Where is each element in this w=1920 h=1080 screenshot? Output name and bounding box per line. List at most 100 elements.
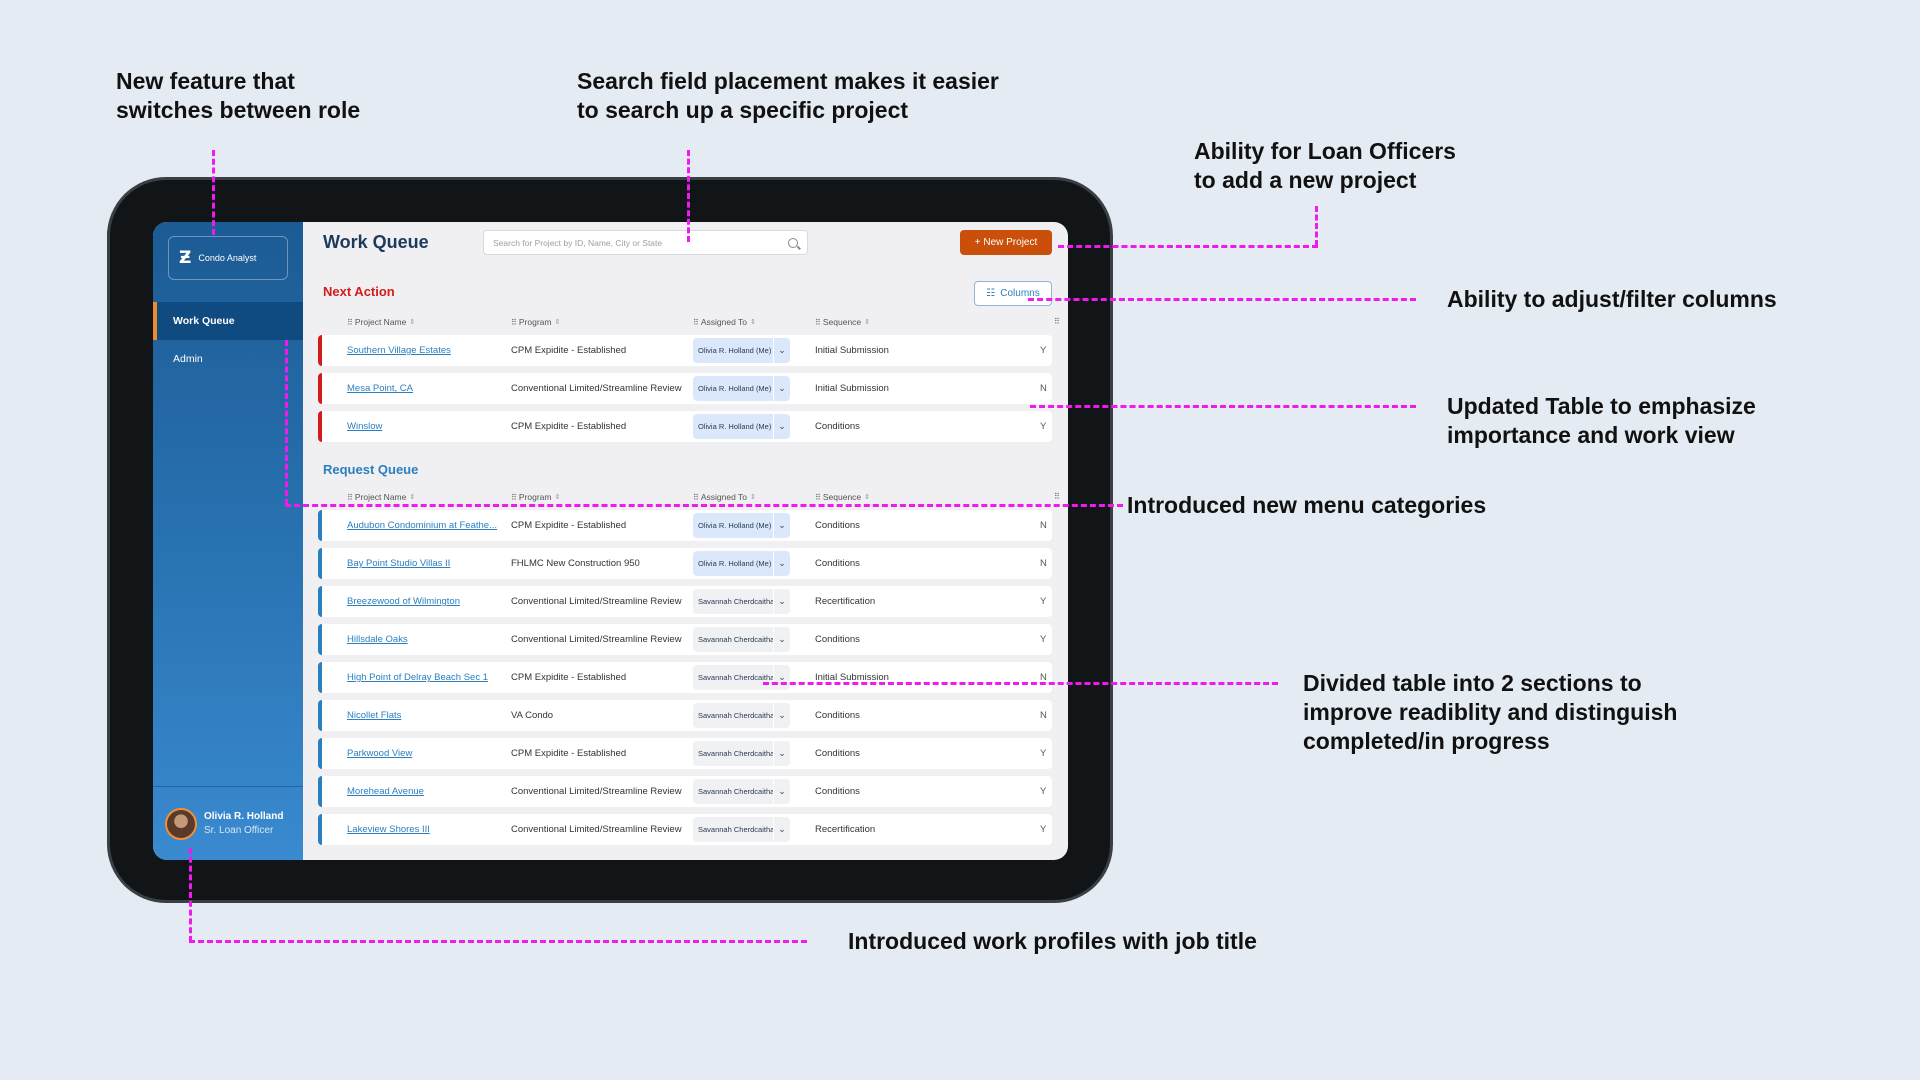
drag-handle-icon[interactable]: ⠿	[693, 318, 699, 327]
chevron-down-icon[interactable]: ⌄	[773, 414, 790, 439]
assignee-value: Savannah Cherdcaitha...	[693, 627, 781, 652]
table-row: Mesa Point, CA Conventional Limited/Strea…	[318, 373, 1052, 404]
assigned-to-select[interactable]: Savannah Cherdcaitha... ⌄	[693, 738, 790, 769]
assigned-to-select[interactable]: Olivia R. Holland (Me) ⌄	[693, 411, 790, 442]
program-cell: FHLMC New Construction 950	[511, 558, 640, 569]
chevron-down-icon[interactable]: ⌄	[773, 338, 790, 363]
drag-handle-icon[interactable]: ⠿	[693, 493, 699, 502]
table-row: Hillsdale Oaks Conventional Limited/Strea…	[318, 624, 1052, 655]
chevron-down-icon[interactable]: ⌄	[773, 741, 790, 766]
truncated-cell: Y	[1040, 824, 1047, 835]
chevron-down-icon[interactable]: ⌄	[773, 665, 790, 690]
role-switcher[interactable]: Ƶ Condo Analyst	[168, 236, 288, 280]
sort-icon[interactable]: ⇕	[554, 493, 560, 501]
assigned-to-select[interactable]: Olivia R. Holland (Me) ⌄	[693, 373, 790, 404]
assigned-to-select[interactable]: Savannah Cherdcaitha... ⌄	[693, 586, 790, 617]
column-header[interactable]: ⠿ Assigned To ⇕	[693, 492, 756, 502]
annotation-line	[687, 150, 690, 242]
sequence-cell: Conditions	[815, 748, 860, 759]
column-header[interactable]: ⠿ Project Name ⇕	[347, 492, 415, 502]
app-screen: Ƶ Condo Analyst Work Queue Admin Olivia …	[153, 222, 1068, 860]
search-icon[interactable]	[788, 237, 798, 248]
sort-icon[interactable]: ⇕	[750, 493, 756, 501]
assigned-to-select[interactable]: Olivia R. Holland (Me) ⌄	[693, 548, 790, 579]
assigned-to-select[interactable]: Savannah Cherdcaitha... ⌄	[693, 700, 790, 731]
project-name-link[interactable]: Winslow	[347, 411, 512, 442]
priority-indicator	[318, 662, 322, 693]
drag-handle-icon[interactable]: ⠿	[815, 493, 821, 502]
columns-button[interactable]: ☷ Columns	[974, 281, 1052, 306]
project-name-link[interactable]: Southern Village Estates	[347, 335, 512, 366]
assigned-to-select[interactable]: Olivia R. Holland (Me) ⌄	[693, 510, 790, 541]
annotation-line	[285, 504, 1123, 507]
project-name-link[interactable]: Nicollet Flats	[347, 700, 512, 731]
project-name-link[interactable]: Bay Point Studio Villas II	[347, 548, 512, 579]
assigned-to-select[interactable]: Savannah Cherdcaitha... ⌄	[693, 624, 790, 655]
table-row: Bay Point Studio Villas II FHLMC New Cons…	[318, 548, 1052, 579]
project-name-link[interactable]: Parkwood View	[347, 738, 512, 769]
new-project-button[interactable]: + New Project	[960, 230, 1052, 255]
chevron-down-icon[interactable]: ⌄	[773, 551, 790, 576]
drag-handle-icon[interactable]: ⠿	[1054, 492, 1060, 501]
project-name-link[interactable]: Hillsdale Oaks	[347, 624, 512, 655]
drag-handle-icon[interactable]: ⠿	[511, 493, 517, 502]
truncated-cell: Y	[1040, 634, 1047, 645]
user-profile[interactable]: Olivia R. Holland Sr. Loan Officer	[153, 786, 303, 860]
chevron-down-icon[interactable]: ⌄	[773, 817, 790, 842]
annotation-line	[1030, 405, 1416, 408]
sort-icon[interactable]: ⇕	[750, 318, 756, 326]
sequence-cell: Conditions	[815, 558, 860, 569]
chevron-down-icon[interactable]: ⌄	[773, 779, 790, 804]
assigned-to-select[interactable]: Savannah Cherdcaitha... ⌄	[693, 814, 790, 845]
drag-handle-icon[interactable]: ⠿	[347, 493, 353, 502]
assignee-value: Olivia R. Holland (Me)	[693, 414, 773, 439]
truncated-cell: N	[1040, 383, 1047, 394]
chevron-down-icon[interactable]: ⌄	[773, 589, 790, 614]
assigned-to-select[interactable]: Olivia R. Holland (Me) ⌄	[693, 335, 790, 366]
project-name-link[interactable]: Breezewood of Wilmington	[347, 586, 512, 617]
project-name-link[interactable]: High Point of Delray Beach Sec 1	[347, 662, 512, 693]
chevron-down-icon[interactable]: ⌄	[773, 627, 790, 652]
sidebar-item-work-queue[interactable]: Work Queue	[153, 302, 303, 340]
project-name-link[interactable]: Mesa Point, CA	[347, 373, 512, 404]
column-header[interactable]: ⠿ Sequence ⇕	[815, 492, 870, 502]
sort-icon[interactable]: ⇕	[554, 318, 560, 326]
assigned-to-select[interactable]: Savannah Cherdcaitha... ⌄	[693, 776, 790, 807]
priority-indicator	[318, 548, 322, 579]
assigned-to-select[interactable]: Savannah Cherdcaitha... ⌄	[693, 662, 790, 693]
sort-icon[interactable]: ⇕	[864, 318, 870, 326]
request-queue-table: Audubon Condominium at Feathe... CPM Expi…	[318, 510, 1052, 852]
sort-icon[interactable]: ⇕	[409, 318, 415, 326]
column-header-label: Sequence	[822, 492, 862, 502]
column-header[interactable]: ⠿	[1054, 492, 1060, 501]
drag-handle-icon[interactable]: ⠿	[815, 318, 821, 327]
chevron-down-icon[interactable]: ⌄	[773, 703, 790, 728]
drag-handle-icon[interactable]: ⠿	[1054, 317, 1060, 326]
table-header-next-action: ⠿ Project Name ⇕ ⠿ Program ⇕ ⠿ Assigned To ⇕ ⠿ Seq…	[318, 317, 1060, 331]
sort-icon[interactable]: ⇕	[409, 493, 415, 501]
sidebar-item-admin[interactable]: Admin	[153, 340, 303, 378]
chevron-down-icon[interactable]: ⌄	[773, 513, 790, 538]
column-header-label: Program	[518, 317, 552, 327]
priority-indicator	[318, 738, 322, 769]
sort-icon[interactable]: ⇕	[864, 493, 870, 501]
column-header[interactable]: ⠿ Program ⇕	[511, 492, 560, 502]
column-header[interactable]: ⠿ Program ⇕	[511, 317, 560, 327]
project-name-link[interactable]: Audubon Condominium at Feathe...	[347, 510, 512, 541]
assignee-value: Savannah Cherdcaitha...	[693, 817, 781, 842]
project-name-link[interactable]: Lakeview Shores III	[347, 814, 512, 845]
drag-handle-icon[interactable]: ⠿	[347, 318, 353, 327]
project-name-link[interactable]: Morehead Avenue	[347, 776, 512, 807]
drag-handle-icon[interactable]: ⠿	[511, 318, 517, 327]
program-cell: CPM Expidite - Established	[511, 421, 627, 432]
chevron-down-icon[interactable]: ⌄	[773, 376, 790, 401]
column-header[interactable]: ⠿	[1054, 317, 1060, 326]
column-header-label: Assigned To	[700, 317, 748, 327]
table-row: Winslow CPM Expidite - Established Olivia …	[318, 411, 1052, 442]
annotation-columns: Ability to adjust/filter columns	[1447, 286, 1777, 312]
table-row: Lakeview Shores III Conventional Limited/…	[318, 814, 1052, 845]
column-header[interactable]: ⠿ Project Name ⇕	[347, 317, 415, 327]
column-header[interactable]: ⠿ Sequence ⇕	[815, 317, 870, 327]
search-input[interactable]: Search for Project by ID, Name, City or …	[483, 230, 808, 255]
column-header[interactable]: ⠿ Assigned To ⇕	[693, 317, 756, 327]
